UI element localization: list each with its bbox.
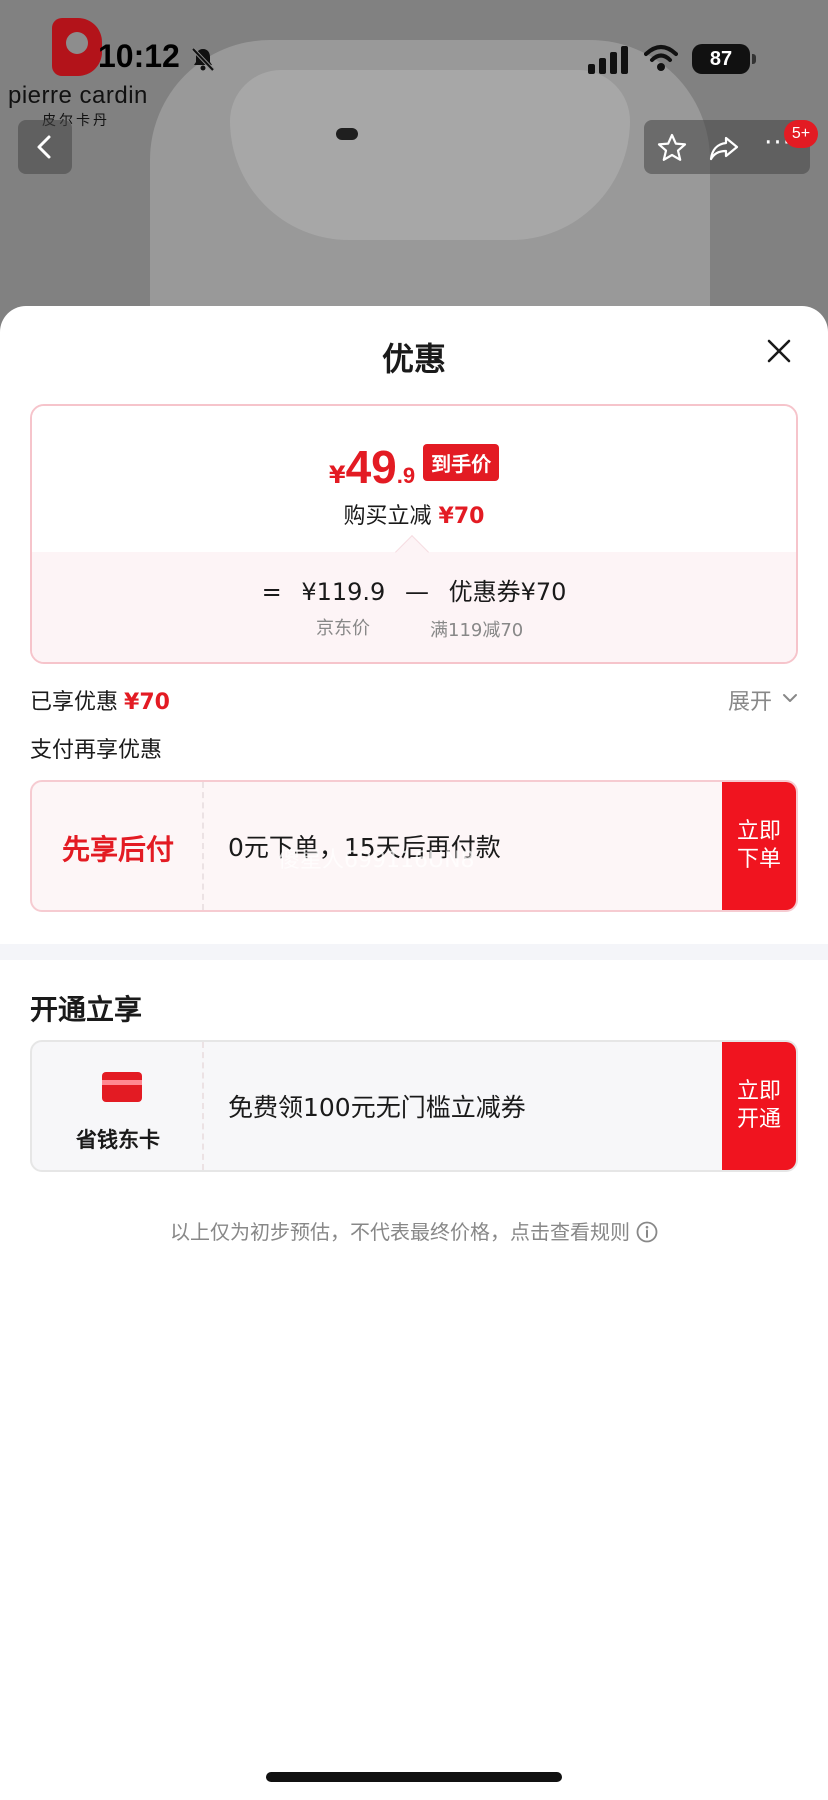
info-icon[interactable] xyxy=(636,1221,658,1243)
chevron-down-icon[interactable] xyxy=(782,692,798,704)
notification-badge: 5+ xyxy=(784,120,818,148)
instant-discount-label: 购买立减 xyxy=(343,504,432,529)
final-price: ¥49.9 到手价 xyxy=(32,440,796,494)
card-icon xyxy=(102,1072,142,1102)
status-time: 10:12 xyxy=(98,38,180,74)
open-now-line2: 开通 xyxy=(736,1107,781,1132)
section-divider xyxy=(0,944,828,960)
saving-card-label: 省钱东卡 xyxy=(76,1128,160,1152)
disclaimer-link[interactable]: 以上仅为初步预估，不代表最终价格，点击查看规则 xyxy=(0,1216,828,1245)
price-card-bottom xyxy=(32,552,796,662)
open-now-button[interactable]: 立即 开通 xyxy=(722,1042,796,1170)
coupon-condition-label: 满119减70 xyxy=(430,620,524,641)
brand-name: pierre cardin xyxy=(8,82,148,109)
close-icon[interactable] xyxy=(764,336,794,366)
watermark: 傻星人699116UN8 xyxy=(278,848,475,873)
instant-discount-line: 购买立减 ¥70 xyxy=(32,498,796,530)
pay-later-card[interactable]: 先享后付 0元下单，15天后再付款 傻星人699116UN8 立即 下单 xyxy=(30,780,798,912)
pay-section-title: 支付再享优惠 xyxy=(30,738,163,763)
order-now-line2: 下单 xyxy=(736,847,781,872)
home-indicator[interactable] xyxy=(266,1772,562,1782)
price-currency: ¥ xyxy=(328,461,346,489)
formula-coupon: 优惠券¥70 xyxy=(448,578,567,606)
expand-toggle[interactable]: 展开 xyxy=(728,684,772,716)
enjoyed-discount: 已享优惠 ¥70 xyxy=(30,684,170,716)
saving-card-text: 免费领100元无门槛立减券 xyxy=(228,1093,526,1122)
formula-minus: — xyxy=(404,578,429,606)
open-now-line1: 立即 xyxy=(736,1079,781,1104)
pay-later-left: 先享后付 xyxy=(32,782,204,910)
price-decimal: .9 xyxy=(396,463,416,488)
formula-jd-price: ¥119.9 xyxy=(301,578,386,606)
star-icon[interactable] xyxy=(656,132,688,164)
battery-indicator: 87 xyxy=(692,44,756,74)
enjoyed-discount-label: 已享优惠 xyxy=(30,690,119,715)
instant-discount-amount: ¥70 xyxy=(438,504,485,529)
wifi-icon xyxy=(644,45,678,71)
saving-card-offer[interactable]: 省钱东卡 免费领100元无门槛立减券 立即 开通 xyxy=(30,1040,798,1172)
brand-mark-icon xyxy=(52,18,102,76)
signal-icon xyxy=(588,46,628,74)
bell-mute-icon xyxy=(191,47,215,72)
back-button[interactable] xyxy=(18,120,72,174)
pay-later-label: 先享后付 xyxy=(61,833,174,866)
order-now-button[interactable]: 立即 下单 xyxy=(722,782,796,910)
final-price-tag: 到手价 xyxy=(423,444,500,481)
share-icon[interactable] xyxy=(708,132,740,164)
jd-price-label: 京东价 xyxy=(316,618,370,639)
price-formula: = ¥119.9 — 优惠券¥70 xyxy=(32,572,796,607)
formula-equals: = xyxy=(261,578,282,606)
discount-sheet: 优惠 ¥49.9 到手价 购买立减 ¥70 = ¥119.9 — 优惠券¥70 京… xyxy=(0,306,828,1800)
enjoyed-discount-amount: ¥70 xyxy=(124,690,170,715)
disclaimer-text: 以上仅为初步预估，不代表最终价格，点击查看规则 xyxy=(170,1220,630,1244)
back-chevron-icon xyxy=(37,135,51,159)
open-section-title: 开通立享 xyxy=(30,993,143,1026)
final-price-card: ¥49.9 到手价 购买立减 ¥70 = ¥119.9 — 优惠券¥70 京东价 … xyxy=(30,404,798,664)
sheet-title: 优惠 xyxy=(381,340,446,378)
price-integer: 49 xyxy=(345,441,397,493)
saving-card-left: 省钱东卡 xyxy=(32,1042,204,1170)
order-now-line1: 立即 xyxy=(736,819,781,844)
